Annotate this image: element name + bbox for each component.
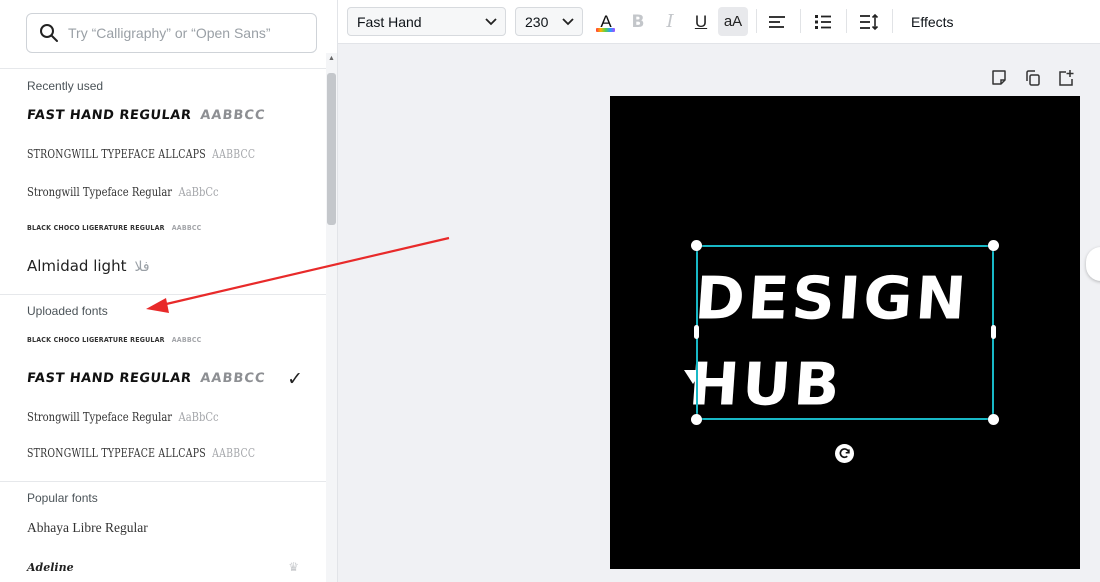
scrollbar-thumb[interactable] xyxy=(327,73,336,225)
font-search-box[interactable] xyxy=(26,13,317,53)
letter-case-button[interactable]: aA xyxy=(718,7,748,36)
font-item-strongwill-allcaps[interactable]: STRONGWILL TYPEFACE ALLCAPS AABBCC xyxy=(27,439,317,467)
font-item-fast-hand-selected[interactable]: FAST HAND REGULAR AABBCC ✓ xyxy=(26,364,317,392)
crown-icon: ♛ xyxy=(288,560,299,574)
add-page-icon xyxy=(1059,70,1074,86)
font-name: Abhaya Libre Regular xyxy=(27,520,148,535)
resize-handle-top-right[interactable] xyxy=(988,240,999,251)
align-left-icon xyxy=(769,15,785,28)
font-item-black-choco[interactable]: BLACK CHOCO LIGERATURE REGULAR AABBCC xyxy=(27,326,317,354)
font-name: Adeline xyxy=(27,560,74,574)
color-swatch xyxy=(596,28,615,32)
font-item-strongwill-regular[interactable]: Strongwill Typeface Regular AaBbCc xyxy=(27,177,317,205)
font-name: Strongwill Typeface Regular xyxy=(27,183,173,199)
section-popular-fonts-title: Popular fonts xyxy=(27,491,98,505)
section-uploaded-fonts-title: Uploaded fonts xyxy=(27,304,108,318)
resize-handle-bottom-right[interactable] xyxy=(988,414,999,425)
font-sample: AABBCC xyxy=(199,107,267,123)
add-page-button[interactable] xyxy=(1057,69,1075,92)
font-family-dropdown[interactable]: Fast Hand xyxy=(347,7,506,36)
font-item-abhaya-libre[interactable]: Abhaya Libre Regular xyxy=(27,514,317,542)
search-icon xyxy=(40,24,58,42)
font-name: BLACK CHOCO LIGERATURE REGULAR xyxy=(27,336,165,344)
resize-handle-top-left[interactable] xyxy=(691,240,702,251)
text-color-icon: A xyxy=(600,11,612,31)
font-size-dropdown[interactable]: 230 xyxy=(515,7,583,36)
line-spacing-icon xyxy=(860,13,879,30)
notes-button[interactable] xyxy=(990,69,1008,92)
font-name: STRONGWILL TYPEFACE ALLCAPS xyxy=(27,147,206,161)
selection-box[interactable] xyxy=(696,245,994,420)
side-panel-toggle[interactable] xyxy=(1086,247,1100,281)
divider xyxy=(800,9,801,33)
scrollbar[interactable]: ▲ xyxy=(326,53,337,582)
font-list: Recently used FAST HAND REGULAR AABBCC ST… xyxy=(0,69,326,582)
section-recently-used-title: Recently used xyxy=(27,79,104,93)
font-name: Strongwill Typeface Regular xyxy=(27,408,173,424)
font-name: Almidad light xyxy=(27,257,127,275)
font-panel: Recently used FAST HAND REGULAR AABBCC ST… xyxy=(0,0,338,582)
font-sample: AABBCC xyxy=(212,147,256,161)
text-toolbar: Fast Hand 230 A B I U aA Effects xyxy=(338,0,1100,44)
font-name: FAST HAND REGULAR xyxy=(26,370,193,386)
resize-handle-left[interactable] xyxy=(694,325,699,339)
font-sample: AABBCC xyxy=(171,224,202,232)
rotate-button[interactable] xyxy=(835,444,854,463)
underline-button[interactable]: U xyxy=(689,7,713,36)
chevron-down-icon xyxy=(485,18,497,26)
chevron-down-icon xyxy=(562,18,574,26)
duplicate-icon xyxy=(1026,70,1040,86)
note-icon xyxy=(992,70,1006,85)
font-item-fast-hand[interactable]: FAST HAND REGULAR AABBCC xyxy=(26,101,317,129)
effects-button[interactable]: Effects xyxy=(911,7,954,36)
font-item-strongwill-allcaps[interactable]: STRONGWILL TYPEFACE ALLCAPS AABBCC xyxy=(27,140,317,168)
bullet-list-icon xyxy=(815,14,831,29)
font-sample: AABBCC xyxy=(212,446,256,460)
font-sample: AaBbCc xyxy=(178,408,219,424)
rotate-icon xyxy=(839,448,850,459)
duplicate-page-button[interactable] xyxy=(1024,69,1042,92)
divider xyxy=(0,481,326,482)
font-item-almidad-light[interactable]: Almidad light فلا xyxy=(27,252,317,280)
font-sample: AaBbCc xyxy=(178,183,219,199)
design-canvas[interactable]: DESIGN HUB xyxy=(610,96,1080,569)
font-item-black-choco[interactable]: BLACK CHOCO LIGERATURE REGULAR AABBCC xyxy=(27,214,317,242)
spacing-button[interactable] xyxy=(856,7,882,36)
bold-button[interactable]: B xyxy=(626,7,650,36)
font-size-value: 230 xyxy=(525,13,549,30)
font-search-input[interactable] xyxy=(68,25,308,41)
divider xyxy=(892,9,893,33)
resize-handle-right[interactable] xyxy=(991,325,996,339)
font-item-adeline[interactable]: Adeline ♛ xyxy=(27,553,317,581)
font-sample: AABBCC xyxy=(199,370,267,386)
font-family-value: Fast Hand xyxy=(357,13,422,30)
font-item-strongwill-regular[interactable]: Strongwill Typeface Regular AaBbCc xyxy=(27,402,317,430)
font-sample: AABBCC xyxy=(171,336,202,344)
scroll-up-arrow-icon[interactable]: ▲ xyxy=(327,53,336,65)
check-icon: ✓ xyxy=(287,369,303,390)
resize-handle-bottom-left[interactable] xyxy=(691,414,702,425)
font-sample: فلا xyxy=(134,259,150,275)
font-name: FAST HAND REGULAR xyxy=(26,107,193,123)
divider xyxy=(846,9,847,33)
italic-button[interactable]: I xyxy=(658,7,682,36)
font-name: STRONGWILL TYPEFACE ALLCAPS xyxy=(27,446,206,460)
text-color-button[interactable]: A xyxy=(593,7,619,36)
divider xyxy=(0,294,326,295)
divider xyxy=(756,9,757,33)
font-name: BLACK CHOCO LIGERATURE REGULAR xyxy=(27,224,165,232)
align-button[interactable] xyxy=(764,7,790,36)
list-button[interactable] xyxy=(810,7,836,36)
